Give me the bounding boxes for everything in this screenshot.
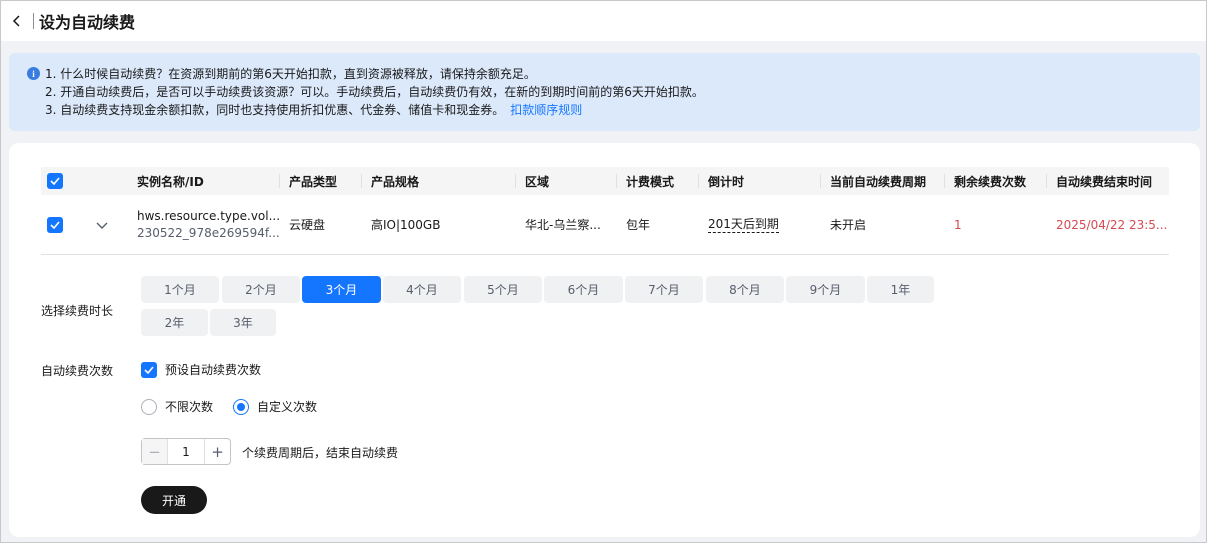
decrement-button[interactable]: − [142, 439, 168, 464]
radio-unlimited-option[interactable]: 不限次数 [141, 398, 213, 415]
column-header-name: 实例名称/ID [137, 174, 204, 189]
duration-option-2y[interactable]: 2年 [141, 309, 208, 336]
duration-option-1y[interactable]: 1年 [867, 276, 934, 303]
check-icon [50, 220, 60, 229]
table-row: hws.resource.type.vol... 230522_978e2695… [41, 195, 1169, 255]
duration-option-6m[interactable]: 6个月 [544, 276, 623, 303]
column-header-billing: 计费模式 [616, 167, 698, 195]
stepper-suffix: 个续费周期后，结束自动续费 [242, 446, 399, 460]
column-header-end-time: 自动续费结束时间 [1046, 167, 1169, 195]
instance-id: 230522_978e269594f... [137, 225, 279, 240]
chevron-left-icon [12, 15, 20, 27]
product-type-cell: 云硬盘 [289, 218, 326, 232]
row-expand-cell [69, 195, 137, 254]
instance-name: hws.resource.type.vol... [137, 208, 279, 223]
row-checkbox-cell [41, 195, 69, 254]
radio-custom-option[interactable]: 自定义次数 [233, 398, 317, 415]
renewal-card: 实例名称/ID 产品类型 产品规格 区域 计费模式 倒计时 当前自动续费周期 剩… [9, 143, 1200, 537]
notice-line-2: 2. 开通自动续费后，是否可以手动续费该资源？可以。手动续费后，自动续费仍有效，… [45, 85, 704, 99]
duration-option-8m[interactable]: 8个月 [706, 276, 784, 303]
preset-times-label: 预设自动续费次数 [165, 363, 262, 377]
select-all-checkbox[interactable] [47, 173, 63, 189]
header-checkbox-cell [41, 167, 69, 195]
product-spec-cell: 高IO|100GB [371, 218, 441, 232]
duration-option-2m[interactable]: 2个月 [222, 276, 300, 303]
instance-name-cell: hws.resource.type.vol... 230522_978e2695… [137, 195, 279, 254]
column-header-current-cycle: 当前自动续费周期 [820, 167, 944, 195]
column-header-remaining: 剩余续费次数 [944, 167, 1046, 195]
info-icon: i [27, 67, 40, 80]
stepper-value[interactable]: 1 [168, 445, 204, 459]
radio-unlimited-label: 不限次数 [165, 400, 214, 414]
duration-label: 选择续费时长 [41, 304, 114, 318]
duration-option-1m[interactable]: 1个月 [141, 276, 219, 303]
page-header: 设为自动续费 [1, 1, 1206, 41]
renewal-count-stepper: − 1 + [141, 438, 231, 465]
duration-option-3y[interactable]: 3年 [210, 309, 276, 336]
duration-option-7m[interactable]: 7个月 [625, 276, 703, 303]
table-header: 实例名称/ID 产品类型 产品规格 区域 计费模式 倒计时 当前自动续费周期 剩… [41, 167, 1169, 195]
preset-times-option[interactable]: 预设自动续费次数 [141, 361, 261, 378]
duration-option-9m[interactable]: 9个月 [786, 276, 865, 303]
duration-option-5m[interactable]: 5个月 [464, 276, 542, 303]
column-header-spec: 产品规格 [361, 167, 515, 195]
check-icon [144, 365, 154, 374]
check-icon [50, 177, 60, 185]
column-header-countdown: 倒计时 [698, 167, 820, 195]
resource-table: 实例名称/ID 产品类型 产品规格 区域 计费模式 倒计时 当前自动续费周期 剩… [41, 167, 1169, 255]
enable-button[interactable]: 开通 [141, 486, 207, 514]
radio-custom-label: 自定义次数 [257, 400, 318, 414]
notice-line-1: 1. 什么时候自动续费？在资源到期前的第6天开始扣款，直到资源被释放，请保持余额… [45, 67, 536, 81]
duration-option-4m[interactable]: 4个月 [383, 276, 461, 303]
current-cycle-cell: 未开启 [830, 218, 867, 232]
radio-custom[interactable] [233, 398, 249, 415]
column-header-region: 区域 [515, 167, 616, 195]
notice-line-3: 3. 自动续费支持现金余额扣款，同时也支持使用折扣优惠、代金券、储值卡和现金券。… [27, 101, 1188, 119]
chevron-down-icon[interactable] [95, 220, 109, 230]
column-header-type: 产品类型 [279, 167, 361, 195]
duration-option-3m[interactable]: 3个月 [302, 276, 381, 303]
preset-times-checkbox[interactable] [141, 361, 157, 378]
row-checkbox[interactable] [47, 216, 63, 233]
renewal-times-label: 自动续费次数 [41, 364, 114, 378]
radio-unlimited[interactable] [141, 398, 157, 415]
remaining-times-cell: 1 [954, 217, 962, 232]
region-cell: 华北-乌兰察... [525, 218, 601, 232]
notice-line-3-text: 3. 自动续费支持现金余额扣款，同时也支持使用折扣优惠、代金券、储值卡和现金券。 [45, 103, 505, 117]
end-time-cell: 2025/04/22 23:5... [1056, 217, 1168, 232]
countdown-cell: 201天后到期 [698, 195, 820, 254]
billing-mode-cell: 包年 [626, 218, 651, 232]
back-button[interactable] [5, 9, 29, 33]
info-notice: i 1. 什么时候自动续费？在资源到期前的第6天开始扣款，直到资源被释放，请保持… [9, 53, 1200, 131]
header-divider [33, 13, 34, 29]
countdown-text[interactable]: 201天后到期 [708, 217, 779, 233]
increment-button[interactable]: + [204, 439, 230, 464]
deduction-rules-link[interactable]: 扣款顺序规则 [510, 103, 582, 117]
page-title: 设为自动续费 [39, 13, 136, 32]
header-expand-cell [69, 167, 137, 195]
